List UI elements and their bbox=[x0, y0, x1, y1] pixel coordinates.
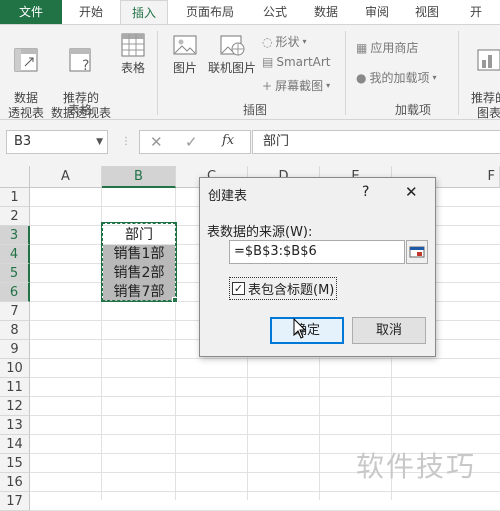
watermark: 软件技巧 bbox=[356, 450, 477, 483]
ribbon-tab-bar: 文件 开始 插入 页面布局 公式 数据 审阅 视图 开 bbox=[0, 0, 500, 25]
resize-handle-icon[interactable]: ⋮ bbox=[121, 136, 131, 147]
dialog-title: 创建表 bbox=[208, 189, 248, 204]
row-header-7[interactable]: 7 bbox=[0, 302, 30, 321]
row-header-4[interactable]: 4 bbox=[0, 245, 30, 264]
row-header-9[interactable]: 9 bbox=[0, 340, 30, 359]
table-button[interactable]: 表格 bbox=[114, 31, 152, 76]
my-addins-icon: ● bbox=[356, 70, 367, 85]
recommended-charts-label: 推荐的 图表 bbox=[470, 91, 500, 120]
tab-file[interactable]: 文件 bbox=[0, 0, 62, 24]
selection-marquee bbox=[101, 222, 177, 302]
row-header-3[interactable]: 3 bbox=[0, 226, 30, 245]
row-header-8[interactable]: 8 bbox=[0, 321, 30, 340]
shapes-button[interactable]: ◌ 形状 ▾ bbox=[262, 33, 307, 50]
chart-icon bbox=[477, 49, 500, 71]
store-label: 应用商店 bbox=[370, 41, 419, 55]
collapse-dialog-icon bbox=[409, 246, 425, 258]
row-header-13[interactable]: 13 bbox=[0, 416, 30, 435]
cancel-button[interactable]: 取消 bbox=[352, 317, 426, 344]
tab-home[interactable]: 开始 bbox=[62, 0, 120, 24]
picture-icon bbox=[173, 35, 197, 55]
chevron-down-icon[interactable]: ▼ bbox=[96, 131, 103, 153]
formula-buttons: ✕ ✓ fx bbox=[139, 130, 251, 154]
row-header-14[interactable]: 14 bbox=[0, 435, 30, 454]
row-header-17[interactable]: 17 bbox=[0, 492, 30, 511]
shapes-label: 形状 bbox=[275, 35, 300, 49]
select-all-corner[interactable] bbox=[0, 166, 30, 188]
store-button[interactable]: ▦ 应用商店 bbox=[356, 39, 418, 56]
row-header-16[interactable]: 16 bbox=[0, 473, 30, 492]
insert-function-icon[interactable]: fx bbox=[222, 133, 234, 148]
chevron-down-icon: ▾ bbox=[302, 37, 307, 46]
help-icon[interactable]: ? bbox=[362, 184, 369, 200]
ok-button[interactable]: 确定 bbox=[270, 317, 344, 344]
online-pictures-label: 联机图片 bbox=[207, 61, 256, 75]
pivot-table-button[interactable]: 数据 透视表 bbox=[4, 31, 48, 121]
tab-formulas[interactable]: 公式 bbox=[252, 0, 298, 24]
ribbon-separator bbox=[458, 31, 459, 115]
tab-review[interactable]: 审阅 bbox=[352, 0, 402, 24]
my-addins-label: 我的加载项 bbox=[369, 71, 430, 85]
tab-page-layout[interactable]: 页面布局 bbox=[168, 0, 252, 24]
table-label: 表格 bbox=[120, 61, 145, 75]
group-label-tables: 表格 bbox=[67, 103, 92, 117]
has-headers-label: 表包含标题(M) bbox=[248, 283, 335, 298]
table-icon bbox=[121, 33, 145, 57]
shapes-icon: ◌ bbox=[262, 34, 273, 49]
formula-input[interactable]: 部门 bbox=[252, 130, 500, 154]
smartart-label: SmartArt bbox=[276, 55, 331, 69]
screenshot-button[interactable]: + 屏幕截图 ▾ bbox=[262, 77, 330, 94]
recommended-charts-button[interactable]: 推荐的 图表 bbox=[464, 31, 500, 121]
my-addins-button[interactable]: ● 我的加载项 ▾ bbox=[356, 69, 437, 86]
recommended-pivot-icon: ? bbox=[69, 48, 91, 74]
row-header-11[interactable]: 11 bbox=[0, 378, 30, 397]
name-box[interactable]: B3 ▼ bbox=[6, 130, 108, 154]
row-header-2[interactable]: 2 bbox=[0, 207, 30, 226]
row-header-10[interactable]: 10 bbox=[0, 359, 30, 378]
has-headers-checkbox[interactable]: ✓ 表包含标题(M) bbox=[229, 277, 338, 300]
store-icon: ▦ bbox=[356, 40, 368, 55]
row-header-5[interactable]: 5 bbox=[0, 264, 30, 283]
screenshot-label: 屏幕截图 bbox=[275, 79, 324, 93]
table-source-label: 表数据的来源(W): bbox=[207, 225, 313, 240]
close-icon[interactable]: ✕ bbox=[405, 183, 418, 201]
tab-developer-partial[interactable]: 开 bbox=[452, 0, 500, 24]
cancel-icon[interactable]: ✕ bbox=[150, 133, 163, 151]
range-selector-button[interactable] bbox=[406, 240, 428, 264]
svg-text:?: ? bbox=[82, 58, 89, 74]
name-box-value: B3 bbox=[14, 134, 32, 149]
create-table-dialog: 创建表 ? ✕ 表数据的来源(W): =$B$3:$B$6 ✓ 表包含标题(M)… bbox=[199, 177, 436, 357]
ribbon-separator bbox=[345, 31, 346, 115]
mouse-cursor-icon bbox=[293, 318, 307, 339]
tab-insert[interactable]: 插入 bbox=[120, 0, 168, 25]
row-header-15[interactable]: 15 bbox=[0, 454, 30, 473]
row-header-12[interactable]: 12 bbox=[0, 397, 30, 416]
fill-handle[interactable] bbox=[172, 297, 178, 303]
tab-data[interactable]: 数据 bbox=[300, 0, 352, 24]
table-range-input[interactable]: =$B$3:$B$6 bbox=[229, 240, 405, 264]
group-label-addins: 加载项 bbox=[394, 103, 431, 117]
chevron-down-icon: ▾ bbox=[326, 81, 331, 90]
group-label-illustrations: 插图 bbox=[242, 103, 267, 117]
ribbon-separator bbox=[157, 31, 158, 115]
pivot-table-icon bbox=[14, 48, 38, 72]
enter-icon[interactable]: ✓ bbox=[185, 133, 198, 151]
row-header-1[interactable]: 1 bbox=[0, 188, 30, 207]
column-header-b[interactable]: B bbox=[102, 166, 176, 188]
pivot-table-label: 数据 透视表 bbox=[7, 91, 44, 120]
ribbon: 数据 透视表 ? 推荐的 数据透视表 表格 表格 图片 联机图片 ◌ 形状 ▾ … bbox=[0, 24, 500, 120]
pictures-label: 图片 bbox=[172, 61, 197, 75]
pictures-button[interactable]: 图片 bbox=[166, 31, 204, 76]
tab-view[interactable]: 视图 bbox=[402, 0, 452, 24]
chevron-down-icon: ▾ bbox=[432, 73, 437, 82]
checkbox-checked-icon[interactable]: ✓ bbox=[232, 282, 245, 295]
online-pictures-button[interactable]: 联机图片 bbox=[205, 31, 259, 76]
online-picture-icon bbox=[220, 35, 245, 56]
formula-bar-area: B3 ▼ ⋮ ✕ ✓ fx 部门 bbox=[0, 120, 500, 166]
smartart-button[interactable]: ▤ SmartArt bbox=[262, 55, 331, 69]
row-header-6[interactable]: 6 bbox=[0, 283, 30, 302]
screenshot-icon: + bbox=[262, 78, 273, 93]
smartart-icon: ▤ bbox=[262, 55, 274, 69]
column-header-a[interactable]: A bbox=[30, 166, 102, 188]
